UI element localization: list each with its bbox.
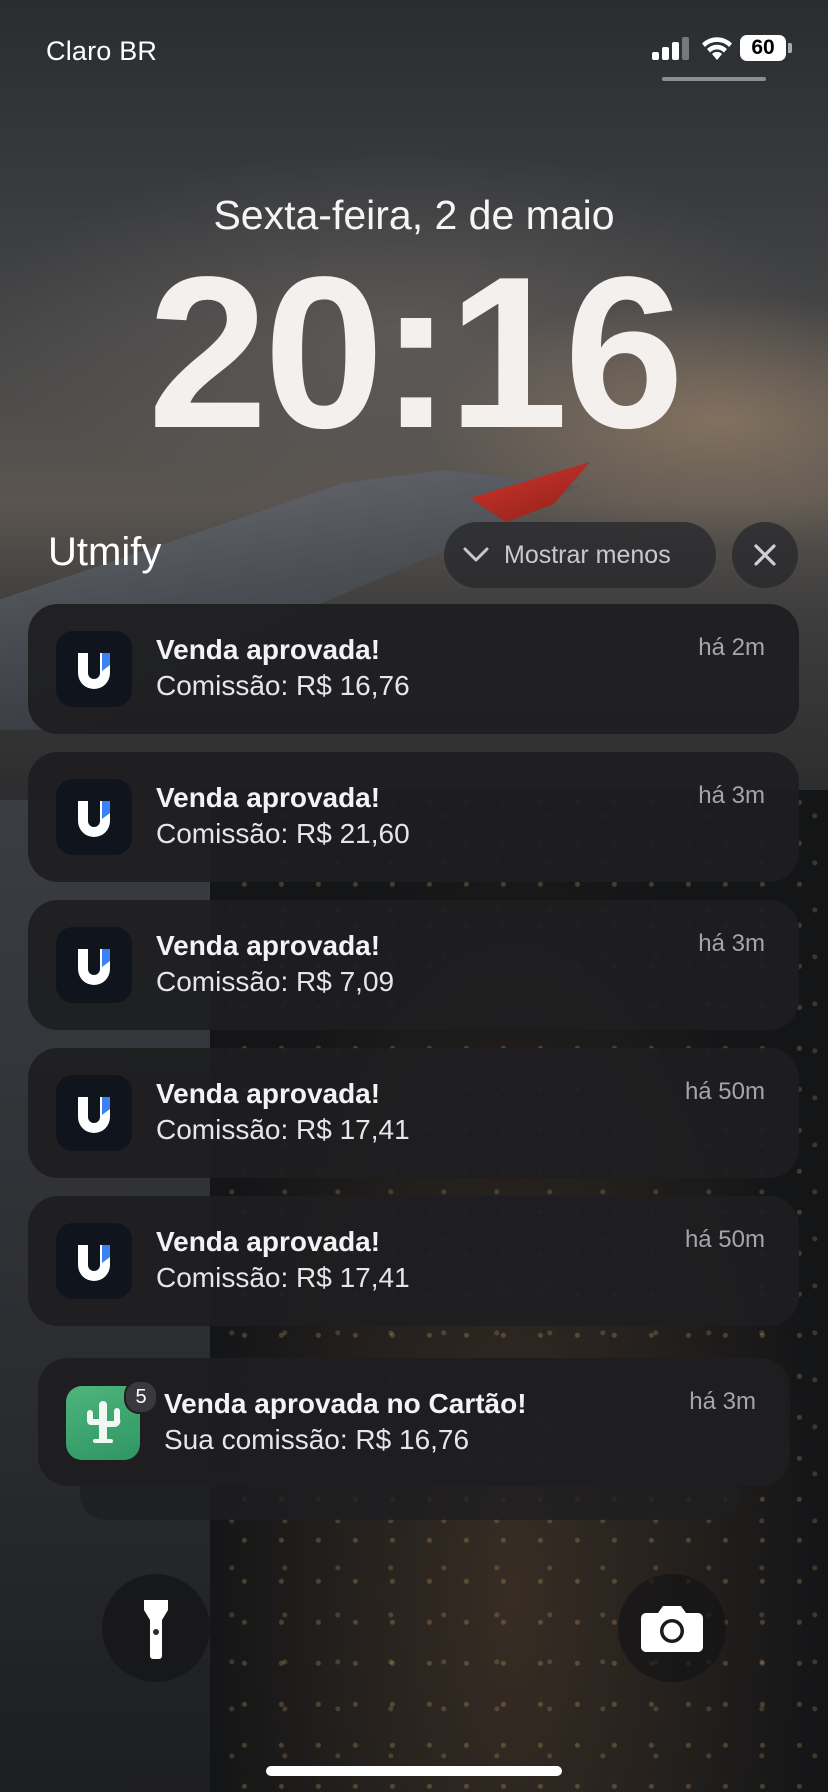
status-bar: Claro BR 60	[0, 0, 828, 100]
battery-cap	[788, 43, 792, 53]
notification-time: há 50m	[684, 1226, 765, 1253]
notification-time: há 3m	[698, 782, 765, 809]
close-icon	[754, 544, 776, 566]
notification-title: Venda aprovada!	[156, 634, 381, 665]
camera-icon	[641, 1606, 703, 1652]
flashlight-button[interactable]	[102, 1574, 210, 1682]
notification-card[interactable]: Venda aprovada! Comissão: R$ 17,41 há 50…	[28, 1048, 799, 1178]
cellular-signal-icon	[652, 36, 690, 60]
flashlight-icon	[144, 1600, 168, 1659]
chevron-down-icon	[463, 547, 489, 562]
carrier-name: Claro BR	[46, 36, 158, 66]
lock-time: 20:16	[147, 231, 684, 473]
notification-time: há 3m	[689, 1388, 756, 1415]
notification-body: Comissão: R$ 7,09	[156, 966, 395, 997]
notification-title: Venda aprovada!	[156, 782, 381, 813]
utmify-app-icon	[56, 1223, 132, 1299]
notification-card[interactable]: Venda aprovada! Comissão: R$ 21,60 há 3m	[28, 752, 799, 882]
stacked-notification-card[interactable]: 5 Venda aprovada no Cartão! Sua comissão…	[38, 1358, 790, 1486]
show-less-label: Mostrar menos	[504, 540, 671, 569]
notification-body: Comissão: R$ 16,76	[156, 670, 410, 701]
show-less-button[interactable]: Mostrar menos	[444, 522, 716, 588]
control-center-indicator[interactable]	[662, 77, 766, 81]
notification-group-title: Utmify	[48, 530, 162, 574]
utmify-app-icon	[56, 927, 132, 1003]
camera-button[interactable]	[618, 1574, 726, 1682]
notification-title: Venda aprovada!	[156, 930, 381, 961]
notification-time: há 2m	[698, 634, 765, 661]
home-indicator[interactable]	[266, 1766, 562, 1776]
notification-title: Venda aprovada!	[156, 1226, 381, 1257]
notification-time: há 3m	[698, 930, 765, 957]
notification-title: Venda aprovada no Cartão!	[164, 1388, 527, 1419]
utmify-app-icon	[56, 631, 132, 707]
notification-title: Venda aprovada!	[156, 1078, 381, 1109]
wifi-icon	[702, 37, 732, 60]
notification-card[interactable]: Venda aprovada! Comissão: R$ 7,09 há 3m	[28, 900, 799, 1030]
utmify-app-icon	[56, 1075, 132, 1151]
notification-card[interactable]: Venda aprovada! Comissão: R$ 16,76 há 2m	[28, 604, 799, 734]
notification-time: há 50m	[684, 1078, 765, 1105]
utmify-app-icon	[56, 779, 132, 855]
notification-card[interactable]: Venda aprovada! Comissão: R$ 17,41 há 50…	[28, 1196, 799, 1326]
notification-body: Sua comissão: R$ 16,76	[164, 1424, 470, 1455]
notification-body: Comissão: R$ 17,41	[156, 1262, 410, 1293]
notification-body: Comissão: R$ 21,60	[156, 818, 410, 849]
notification-count-badge: 5	[124, 1380, 158, 1414]
clear-group-button[interactable]	[732, 522, 798, 588]
battery-icon: 60	[740, 35, 786, 61]
notification-body: Comissão: R$ 17,41	[156, 1114, 410, 1145]
